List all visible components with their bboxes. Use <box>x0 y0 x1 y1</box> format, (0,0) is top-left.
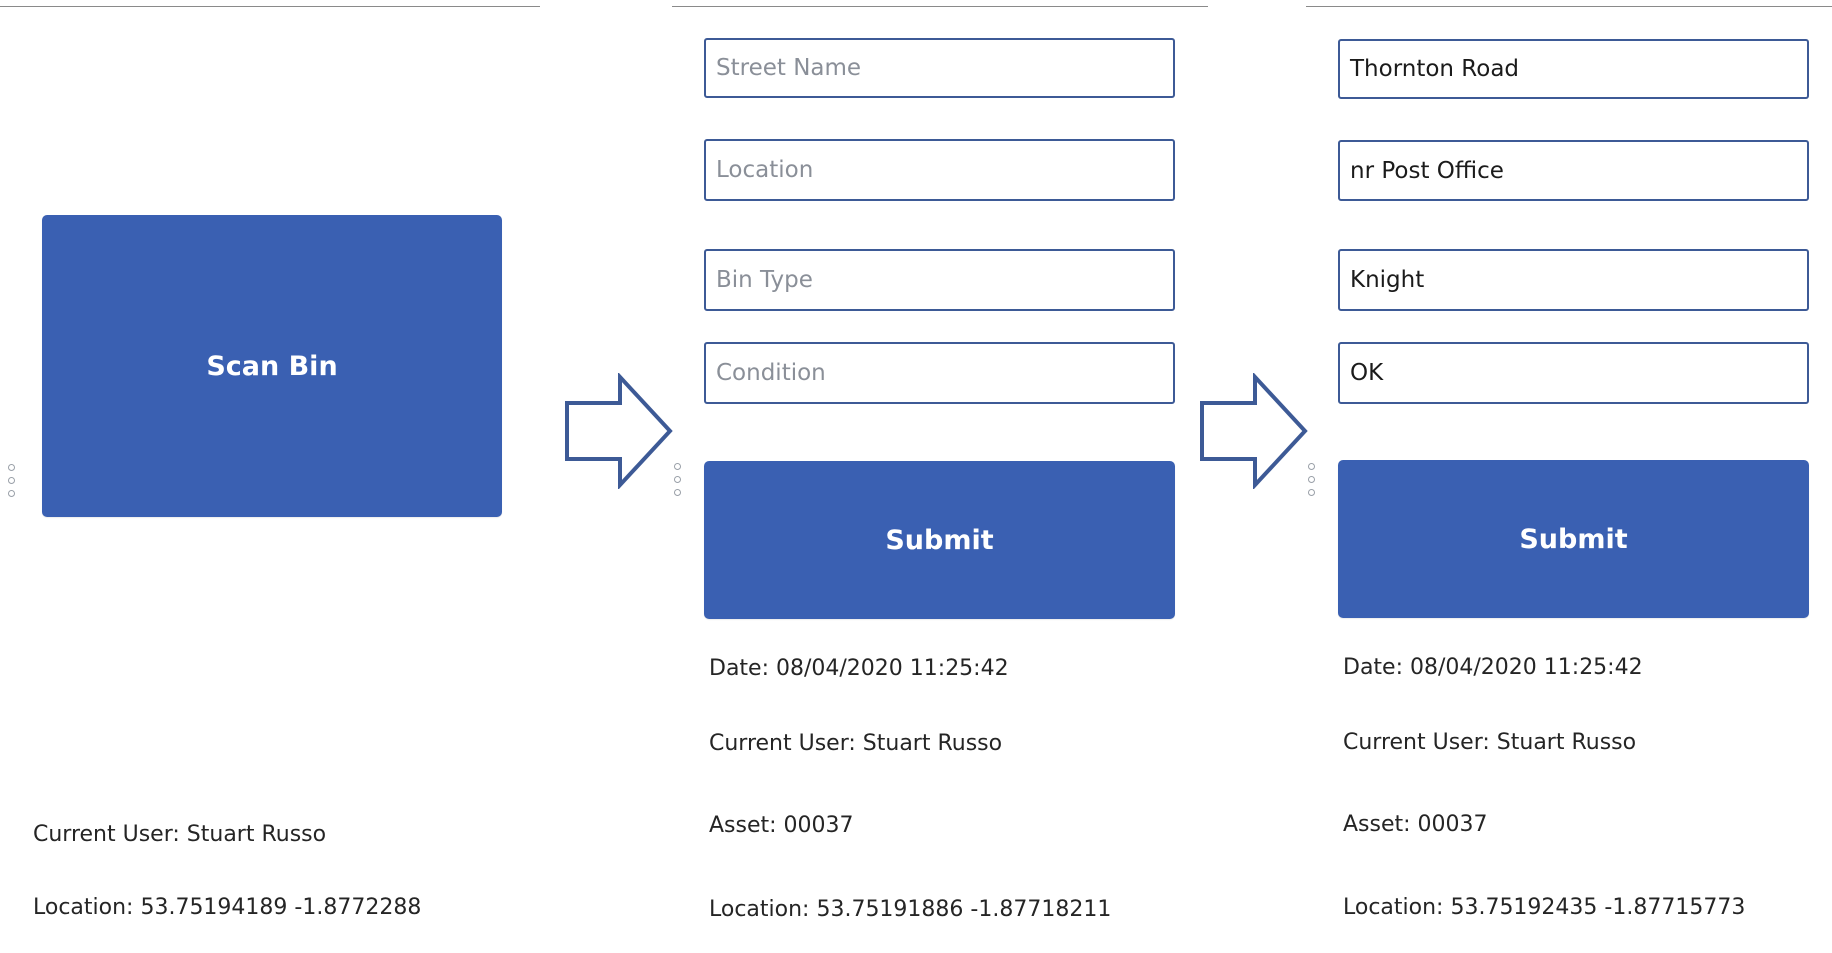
drag-handle-icon[interactable] <box>8 464 16 503</box>
date-label: Date: 08/04/2020 11:25:42 <box>709 656 1009 681</box>
location-placeholder: Location <box>716 157 814 183</box>
location-input[interactable]: Location <box>704 139 1175 201</box>
bin-type-input[interactable]: Bin Type <box>704 249 1175 311</box>
asset-label: Asset: 00037 <box>1343 812 1488 837</box>
condition-input[interactable]: OK <box>1338 342 1809 404</box>
date-label: Date: 08/04/2020 11:25:42 <box>1343 655 1643 680</box>
location-value: nr Post Office <box>1350 157 1504 184</box>
right-arrow-icon <box>565 373 673 489</box>
bin-type-placeholder: Bin Type <box>716 267 813 293</box>
street-name-value: Thornton Road <box>1350 56 1520 82</box>
right-arrow-icon <box>1200 373 1308 489</box>
scan-bin-button[interactable]: Scan Bin <box>42 215 502 517</box>
condition-input[interactable]: Condition <box>704 342 1175 404</box>
location-input[interactable]: nr Post Office <box>1338 140 1809 201</box>
drag-handle-icon[interactable] <box>1308 463 1316 502</box>
location-label: Location: 53.75194189 -1.8772288 <box>33 895 422 920</box>
top-divider-2 <box>672 6 1208 7</box>
bin-type-value: Knight <box>1350 267 1425 293</box>
current-user-label: Current User: Stuart Russo <box>33 822 327 847</box>
street-name-input[interactable]: Street Name <box>704 38 1175 98</box>
current-user-label: Current User: Stuart Russo <box>709 731 1003 756</box>
current-user-label: Current User: Stuart Russo <box>1343 730 1637 755</box>
condition-placeholder: Condition <box>716 360 826 386</box>
bin-type-input[interactable]: Knight <box>1338 249 1809 311</box>
street-name-input[interactable]: Thornton Road <box>1338 39 1809 99</box>
location-label: Location: 53.75191886 -1.87718211 <box>709 897 1112 922</box>
asset-label: Asset: 00037 <box>709 813 854 838</box>
location-label: Location: 53.75192435 -1.87715773 <box>1343 895 1746 920</box>
submit-button[interactable]: Submit <box>704 461 1175 619</box>
top-divider-1 <box>0 6 540 7</box>
drag-handle-icon[interactable] <box>674 463 682 502</box>
street-name-placeholder: Street Name <box>716 55 862 81</box>
submit-button[interactable]: Submit <box>1338 460 1809 618</box>
condition-value: OK <box>1350 360 1384 386</box>
top-divider-3 <box>1306 6 1832 7</box>
